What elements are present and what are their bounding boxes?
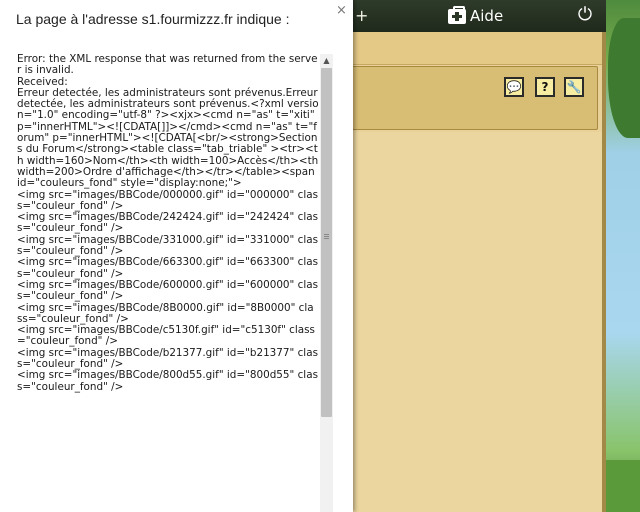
page-header-strip <box>341 32 607 65</box>
javascript-alert-dialog: La page à l'adresse s1.fourmizzz.fr indi… <box>0 0 353 512</box>
help-label: Aide <box>470 7 504 25</box>
first-aid-kit-icon <box>448 5 466 24</box>
alert-title: La page à l'adresse s1.fourmizzz.fr indi… <box>16 11 290 27</box>
page-content-area <box>341 132 607 512</box>
close-icon[interactable]: × <box>336 3 347 18</box>
message-scrollbar[interactable]: ▲ <box>320 54 333 512</box>
alert-message-area: Error: the XML response that was returne… <box>17 54 319 512</box>
chat-bubble-icon[interactable]: 💬 <box>504 77 524 97</box>
game-page-area: 💬 ? 🔧 <box>340 32 607 512</box>
scrollbar-grip-icon <box>324 234 329 235</box>
grass-decoration <box>606 460 640 512</box>
scroll-up-arrow-icon[interactable]: ▲ <box>320 54 333 67</box>
alert-message-text: Error: the XML response that was returne… <box>17 54 319 393</box>
help-menu-item[interactable]: Aide <box>448 5 503 27</box>
forum-tool-panel: 💬 ? 🔧 <box>341 66 598 130</box>
tree-decoration <box>608 18 640 138</box>
scrollbar-thumb[interactable] <box>321 68 332 417</box>
wrench-settings-icon[interactable]: 🔧 <box>564 77 584 97</box>
background-scenery <box>606 0 640 512</box>
plus-menu-item[interactable]: + <box>355 6 368 25</box>
power-icon[interactable]: ⏻ <box>575 5 595 25</box>
help-question-icon[interactable]: ? <box>535 77 555 97</box>
